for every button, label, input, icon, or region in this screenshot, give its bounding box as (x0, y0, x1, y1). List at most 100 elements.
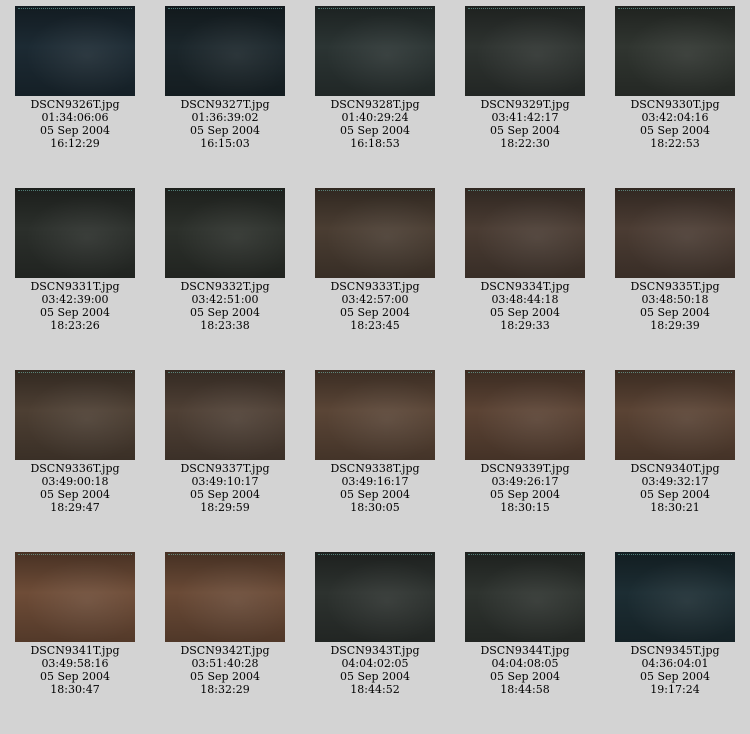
thumbnail-time: 19:17:24 (650, 683, 700, 696)
thumbnail-image[interactable] (15, 370, 135, 460)
thumbnail-filename[interactable]: DSCN9332T.jpg (150, 280, 300, 293)
thumbnail-date: 05 Sep 2004 (189, 306, 261, 319)
thumbnail-timecode: 04:04:02:05 (341, 657, 409, 670)
thumbnail-timecode: 03:49:16:17 (341, 475, 409, 488)
thumbnail-date: 05 Sep 2004 (189, 124, 261, 137)
thumbnail-time: 18:29:59 (200, 501, 250, 514)
thumbnail-grid: DSCN9326T.jpg 01:34:06:06 05 Sep 2004 16… (0, 0, 750, 734)
thumbnail-timecode: 03:42:04:16 (641, 111, 709, 124)
thumbnail-filename[interactable]: DSCN9341T.jpg (0, 644, 150, 657)
thumbnail-filename[interactable]: DSCN9344T.jpg (450, 644, 600, 657)
thumbnail-filename[interactable]: DSCN9334T.jpg (450, 280, 600, 293)
thumbnail-date: 05 Sep 2004 (639, 124, 711, 137)
thumbnail-time: 18:29:33 (500, 319, 550, 332)
thumbnail-image[interactable] (165, 6, 285, 96)
thumbnail-image[interactable] (165, 552, 285, 642)
thumbnail-timecode: 03:48:50:18 (641, 293, 709, 306)
thumbnail-date: 05 Sep 2004 (189, 488, 261, 501)
thumbnail-date: 05 Sep 2004 (489, 124, 561, 137)
thumbnail-image[interactable] (465, 552, 585, 642)
thumbnail-cell: DSCN9344T.jpg 04:04:08:05 05 Sep 2004 18… (450, 552, 600, 696)
thumbnail-date: 05 Sep 2004 (339, 124, 411, 137)
thumbnail-timecode: 01:34:06:06 (41, 111, 109, 124)
thumbnail-time: 16:15:03 (200, 137, 250, 150)
thumbnail-filename[interactable]: DSCN9328T.jpg (300, 98, 450, 111)
thumbnail-filename[interactable]: DSCN9335T.jpg (600, 280, 750, 293)
thumbnail-timecode: 03:49:58:16 (41, 657, 109, 670)
thumbnail-cell: DSCN9338T.jpg 03:49:16:17 05 Sep 2004 18… (300, 370, 450, 514)
thumbnail-image[interactable] (315, 188, 435, 278)
thumbnail-time: 18:30:47 (50, 683, 100, 696)
thumbnail-date: 05 Sep 2004 (639, 670, 711, 683)
thumbnail-filename[interactable]: DSCN9342T.jpg (150, 644, 300, 657)
thumbnail-filename[interactable]: DSCN9336T.jpg (0, 462, 150, 475)
thumbnail-image[interactable] (465, 370, 585, 460)
thumbnail-time: 16:12:29 (50, 137, 100, 150)
thumbnail-image[interactable] (465, 6, 585, 96)
thumbnail-time: 18:29:39 (650, 319, 700, 332)
thumbnail-time: 18:30:21 (650, 501, 700, 514)
thumbnail-cell: DSCN9341T.jpg 03:49:58:16 05 Sep 2004 18… (0, 552, 150, 696)
thumbnail-date: 05 Sep 2004 (39, 488, 111, 501)
thumbnail-time: 18:23:45 (350, 319, 400, 332)
thumbnail-date: 05 Sep 2004 (339, 670, 411, 683)
thumbnail-cell: DSCN9333T.jpg 03:42:57:00 05 Sep 2004 18… (300, 188, 450, 332)
thumbnail-timecode: 03:42:57:00 (341, 293, 409, 306)
thumbnail-filename[interactable]: DSCN9331T.jpg (0, 280, 150, 293)
thumbnail-date: 05 Sep 2004 (189, 670, 261, 683)
thumbnail-filename[interactable]: DSCN9338T.jpg (300, 462, 450, 475)
thumbnail-timecode: 03:49:10:17 (191, 475, 259, 488)
thumbnail-image[interactable] (315, 370, 435, 460)
thumbnail-image[interactable] (615, 188, 735, 278)
thumbnail-date: 05 Sep 2004 (39, 124, 111, 137)
thumbnail-image[interactable] (15, 552, 135, 642)
thumbnail-filename[interactable]: DSCN9333T.jpg (300, 280, 450, 293)
thumbnail-cell: DSCN9339T.jpg 03:49:26:17 05 Sep 2004 18… (450, 370, 600, 514)
thumbnail-cell: DSCN9327T.jpg 01:36:39:02 05 Sep 2004 16… (150, 6, 300, 150)
thumbnail-filename[interactable]: DSCN9343T.jpg (300, 644, 450, 657)
thumbnail-image[interactable] (315, 6, 435, 96)
thumbnail-filename[interactable]: DSCN9340T.jpg (600, 462, 750, 475)
thumbnail-filename[interactable]: DSCN9329T.jpg (450, 98, 600, 111)
thumbnail-timecode: 04:36:04:01 (641, 657, 709, 670)
thumbnail-image[interactable] (15, 6, 135, 96)
thumbnail-image[interactable] (315, 552, 435, 642)
thumbnail-image[interactable] (165, 188, 285, 278)
thumbnail-filename[interactable]: DSCN9326T.jpg (0, 98, 150, 111)
thumbnail-date: 05 Sep 2004 (39, 670, 111, 683)
thumbnail-image[interactable] (615, 370, 735, 460)
thumbnail-image[interactable] (15, 188, 135, 278)
thumbnail-timecode: 03:49:26:17 (491, 475, 559, 488)
thumbnail-cell: DSCN9343T.jpg 04:04:02:05 05 Sep 2004 18… (300, 552, 450, 696)
thumbnail-timecode: 01:40:29:24 (341, 111, 409, 124)
thumbnail-date: 05 Sep 2004 (489, 488, 561, 501)
thumbnail-time: 18:32:29 (200, 683, 250, 696)
thumbnail-filename[interactable]: DSCN9337T.jpg (150, 462, 300, 475)
thumbnail-cell: DSCN9335T.jpg 03:48:50:18 05 Sep 2004 18… (600, 188, 750, 332)
thumbnail-cell: DSCN9334T.jpg 03:48:44:18 05 Sep 2004 18… (450, 188, 600, 332)
thumbnail-filename[interactable]: DSCN9339T.jpg (450, 462, 600, 475)
thumbnail-timecode: 03:42:39:00 (41, 293, 109, 306)
thumbnail-timecode: 03:41:42:17 (491, 111, 559, 124)
thumbnail-cell: DSCN9330T.jpg 03:42:04:16 05 Sep 2004 18… (600, 6, 750, 150)
thumbnail-cell: DSCN9340T.jpg 03:49:32:17 05 Sep 2004 18… (600, 370, 750, 514)
thumbnail-cell: DSCN9328T.jpg 01:40:29:24 05 Sep 2004 16… (300, 6, 450, 150)
thumbnail-time: 18:30:05 (350, 501, 400, 514)
thumbnail-time: 18:44:52 (350, 683, 400, 696)
thumbnail-image[interactable] (615, 6, 735, 96)
thumbnail-time: 18:23:26 (50, 319, 100, 332)
thumbnail-timecode: 04:04:08:05 (491, 657, 559, 670)
thumbnail-date: 05 Sep 2004 (639, 306, 711, 319)
thumbnail-date: 05 Sep 2004 (489, 670, 561, 683)
thumbnail-filename[interactable]: DSCN9330T.jpg (600, 98, 750, 111)
thumbnail-image[interactable] (165, 370, 285, 460)
thumbnail-filename[interactable]: DSCN9327T.jpg (150, 98, 300, 111)
thumbnail-filename[interactable]: DSCN9345T.jpg (600, 644, 750, 657)
thumbnail-image[interactable] (465, 188, 585, 278)
thumbnail-time: 16:18:53 (350, 137, 400, 150)
thumbnail-cell: DSCN9337T.jpg 03:49:10:17 05 Sep 2004 18… (150, 370, 300, 514)
thumbnail-timecode: 03:49:00:18 (41, 475, 109, 488)
thumbnail-cell: DSCN9336T.jpg 03:49:00:18 05 Sep 2004 18… (0, 370, 150, 514)
thumbnail-time: 18:29:47 (50, 501, 100, 514)
thumbnail-image[interactable] (615, 552, 735, 642)
